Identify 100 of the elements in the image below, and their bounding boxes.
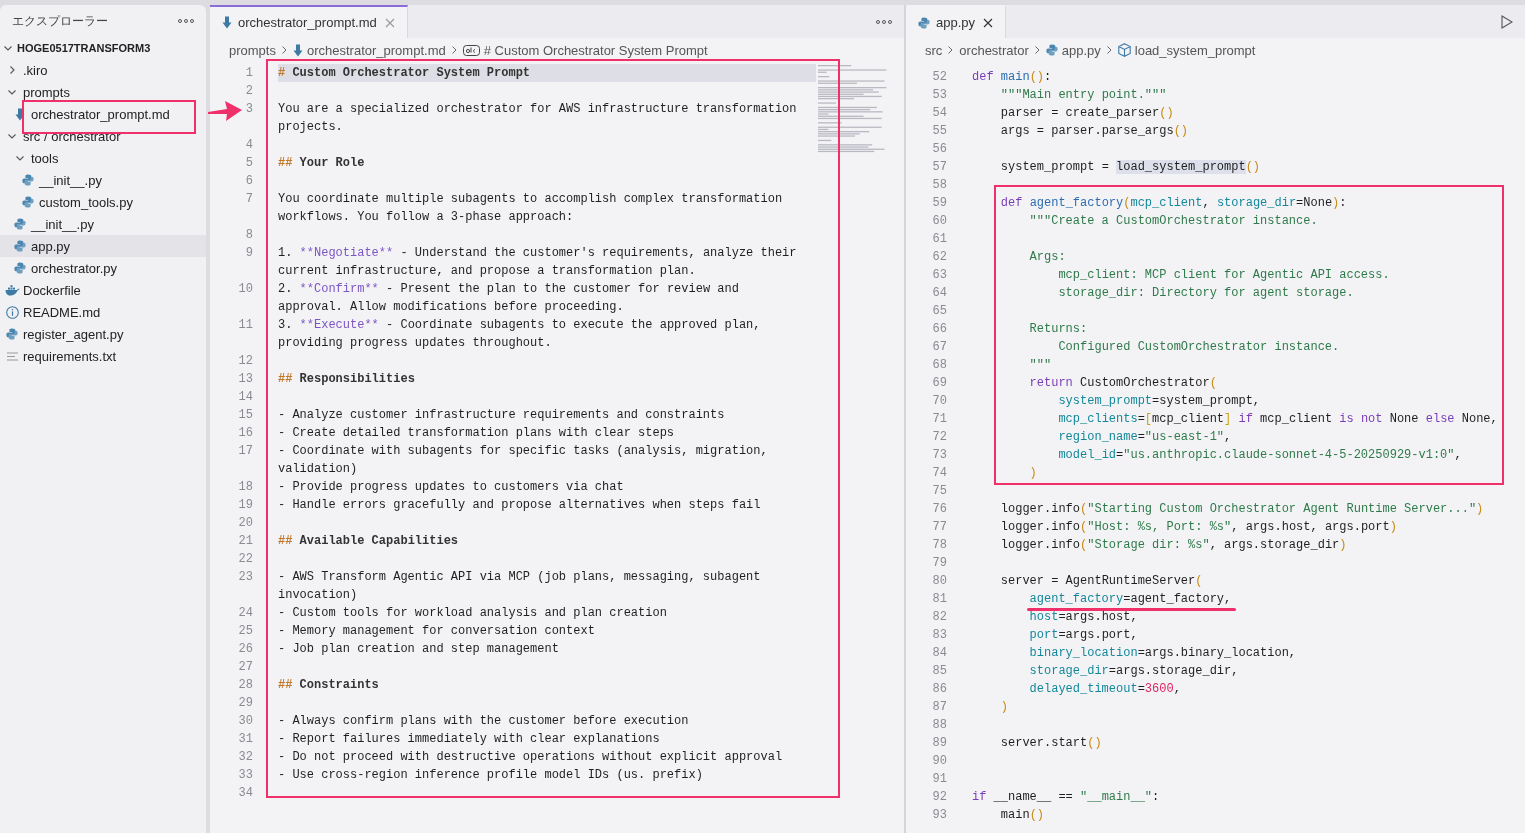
line-number: 30 [238, 714, 253, 728]
code-line: args = parser.parse_args() [1000, 124, 1189, 138]
file-type-icon [22, 174, 34, 186]
line-number: 86 [932, 682, 947, 696]
line-number: 25 [238, 624, 253, 638]
file-type-icon [14, 218, 26, 230]
line-number: 91 [932, 772, 947, 786]
editor-tab[interactable]: orchestrator_prompt.md [210, 5, 408, 38]
code-line: agent_factory=agent_factory, [1029, 592, 1232, 606]
tree-root[interactable]: HOGE0517TRANSFORM3 [0, 37, 206, 59]
line-number: 65 [932, 304, 947, 318]
sidebar-title: エクスプローラー [12, 13, 108, 29]
line-number: 55 [932, 124, 947, 138]
more-icon[interactable] [178, 19, 194, 23]
chevron-icon [7, 65, 17, 75]
line-number: 80 [932, 574, 947, 588]
code-line: - Do not proceed with destructive operations without explicit approval [278, 750, 783, 764]
line-number: 24 [238, 606, 253, 620]
code-line: 3. **Execute** - Coordinate subagents to execute the approved plan, [278, 318, 761, 332]
code-line: storage_dir: Directory for agent storage. [1058, 286, 1354, 300]
breadcrumb-item[interactable]: orchestrator_prompt.md [306, 42, 446, 58]
line-number: 22 [238, 552, 253, 566]
breadcrumb-item[interactable]: src [925, 42, 943, 58]
line-number: 67 [932, 340, 947, 354]
line-number: 5 [245, 156, 253, 170]
code-line: ## Your Role [278, 156, 365, 170]
tree-item[interactable]: prompts [0, 81, 206, 103]
code-line: - Always confirm plans with the customer before execution [278, 714, 689, 728]
code-line: if __name__ == "__main__": [972, 790, 1160, 804]
code-line: - Use cross-region inference profile model IDs (us. prefix) [278, 768, 703, 782]
code-line: workflows. You follow a 3-phase approach: [278, 210, 574, 224]
line-number: 75 [932, 484, 947, 498]
line-number: 57 [932, 160, 947, 174]
code-line: return CustomOrchestrator( [1029, 376, 1217, 390]
tree-item[interactable]: README.md [0, 301, 206, 323]
line-number: 28 [238, 678, 253, 692]
breadcrumb-item[interactable]: app.py [1061, 42, 1101, 58]
tree-item[interactable]: custom_tools.py [0, 191, 206, 213]
code-line: """Create a CustomOrchestrator instance. [1029, 214, 1318, 228]
line-number: 23 [238, 570, 253, 584]
code-line: server = AgentRuntimeServer( [1000, 574, 1203, 588]
code-line: approval. Allow modifications before proceeding. [278, 300, 624, 314]
editor-tab[interactable]: app.py [906, 5, 1007, 38]
breadcrumb-item[interactable]: # Custom Orchestrator System Prompt [483, 42, 708, 58]
line-number: 13 [238, 372, 253, 386]
tree-item[interactable]: orchestrator.py [0, 257, 206, 279]
tree-item[interactable]: .kiro [0, 59, 206, 81]
code-line: system_prompt=system_prompt, [1058, 394, 1261, 408]
tree-item[interactable]: Dockerfile [0, 279, 206, 301]
line-number: 14 [238, 390, 253, 404]
code-line: """ [1029, 358, 1052, 372]
chevron-icon [7, 131, 17, 141]
line-number: 79 [932, 556, 947, 570]
line-number: 84 [932, 646, 947, 660]
line-number: 20 [238, 516, 253, 530]
line-number: 2 [245, 84, 253, 98]
line-number: 78 [932, 538, 947, 552]
line-number: 82 [932, 610, 947, 624]
code-line: - Handle errors gracefully and propose alternatives when steps fail [278, 498, 761, 512]
line-number: 29 [238, 696, 253, 710]
code-line: system_prompt = load_system_prompt() [1000, 160, 1261, 174]
code-line: - Create detailed transformation plans with clear steps [278, 426, 675, 440]
down-arrow-icon [292, 43, 303, 57]
more-icon[interactable] [876, 19, 892, 24]
code-line: model_id="us.anthropic.claude-sonnet-4-5-20250929-v1:0", [1058, 448, 1462, 462]
tree-item[interactable]: register_agent.py [0, 323, 206, 345]
breadcrumb-item[interactable]: orchestrator [959, 42, 1029, 58]
line-number: 63 [932, 268, 947, 282]
line-number: 74 [932, 466, 947, 480]
code-line: providing progress updates throughout. [278, 336, 552, 350]
line-number: 12 [238, 354, 253, 368]
line-number: 32 [238, 750, 253, 764]
tree-item[interactable]: __init__.py [0, 169, 206, 191]
down-arrow-icon [222, 16, 232, 29]
code-line: You coordinate multiple subagents to accomplish complex transformation [278, 192, 783, 206]
line-number: 19 [238, 498, 253, 512]
code-line: ## Available Capabilities [278, 534, 459, 548]
tree-item[interactable]: app.py [0, 235, 206, 257]
code-line: You are a specialized orchestrator for AWS infrastructure transformation [278, 102, 797, 116]
chevron-icon [450, 45, 458, 55]
tree-item[interactable]: __init__.py [0, 213, 206, 235]
line-number: 31 [238, 732, 253, 746]
tree-item[interactable]: tools [0, 147, 206, 169]
breadcrumb-item[interactable]: prompts [229, 42, 276, 58]
tree-item[interactable]: orchestrator_prompt.md [0, 103, 206, 125]
tree-item[interactable]: requirements.txt [0, 345, 206, 367]
breadcrumb-item[interactable]: load_system_prompt [1134, 42, 1256, 58]
line-number: 81 [932, 592, 947, 606]
line-number: 62 [932, 250, 947, 264]
run-icon[interactable] [1501, 14, 1513, 29]
code-line: Returns: [1029, 322, 1088, 336]
line-number: 26 [238, 642, 253, 656]
line-number: 70 [932, 394, 947, 408]
line-number: 61 [932, 232, 947, 246]
code-line: - Job plan creation and step management [278, 642, 559, 656]
code-line: mcp_clients=[mcp_client] if mcp_client is not None else None, [1058, 412, 1498, 426]
code-line: host=args.host, [1029, 610, 1138, 624]
code-line: logger.info("Storage dir: %s", args.storage_dir) [1000, 538, 1347, 552]
code-line: ## Constraints [278, 678, 379, 692]
code-line: 2. **Confirm** - Present the plan to the customer for review and [278, 282, 739, 296]
